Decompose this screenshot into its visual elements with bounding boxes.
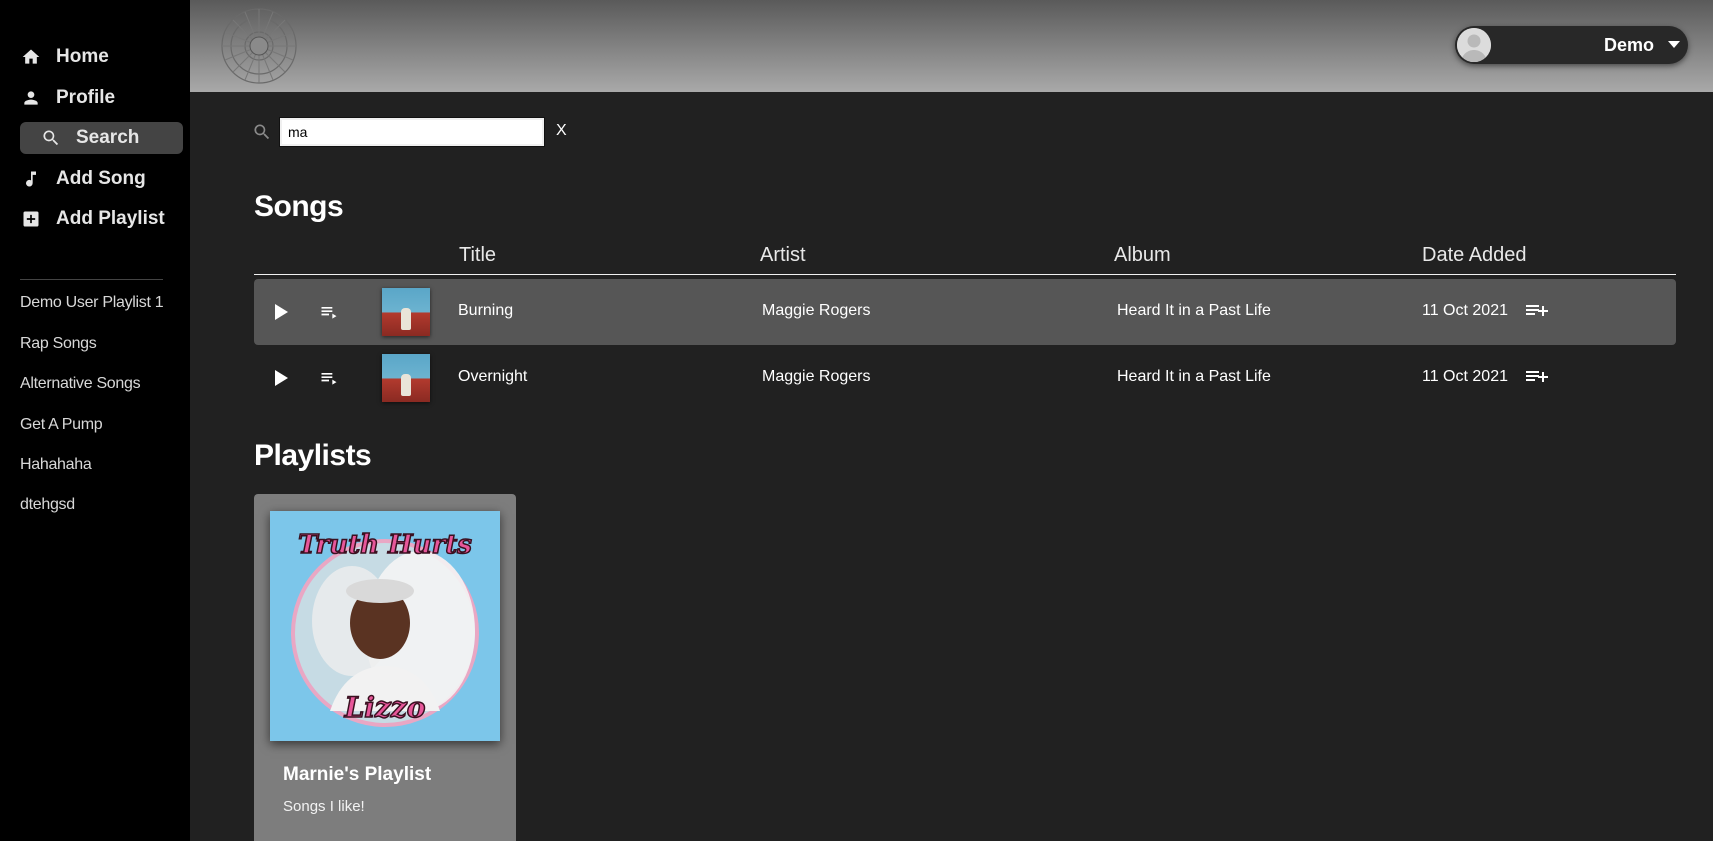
song-album[interactable]: Heard It in a Past Life bbox=[1117, 368, 1271, 386]
sidebar-playlist-link[interactable]: Alternative Songs bbox=[20, 375, 141, 393]
song-artist[interactable]: Maggie Rogers bbox=[762, 302, 871, 320]
add-box-icon bbox=[20, 208, 42, 230]
sidebar-item-home[interactable]: Home bbox=[20, 41, 109, 73]
sidebar: Home Profile Search Add Song Add Playlis… bbox=[0, 0, 190, 841]
table-header-divider bbox=[254, 274, 1676, 275]
playlist-cover-image: Truth Hurts Lizzo bbox=[270, 511, 500, 741]
playlist-card[interactable]: Truth Hurts Lizzo Marnie's Playlist Song… bbox=[254, 494, 516, 841]
play-icon[interactable] bbox=[271, 301, 291, 328]
logo[interactable] bbox=[220, 7, 298, 85]
sidebar-playlist-link[interactable]: Demo User Playlist 1 bbox=[20, 294, 164, 312]
cover-text-bottom: Lizzo bbox=[344, 691, 426, 724]
caret-down-icon bbox=[1668, 36, 1680, 54]
column-header-artist: Artist bbox=[760, 244, 806, 266]
sidebar-item-label: Home bbox=[56, 46, 109, 67]
sidebar-item-search[interactable]: Search bbox=[20, 122, 183, 154]
sidebar-playlist-link[interactable]: Rap Songs bbox=[20, 335, 97, 353]
sidebar-divider bbox=[20, 279, 163, 280]
sidebar-playlist-link[interactable]: Get A Pump bbox=[20, 416, 103, 434]
song-date-added: 11 Oct 2021 bbox=[1422, 302, 1508, 319]
search-icon bbox=[40, 127, 62, 149]
songs-heading: Songs bbox=[254, 190, 344, 223]
sidebar-item-add-playlist[interactable]: Add Playlist bbox=[20, 203, 165, 235]
app-root: Home Profile Search Add Song Add Playlis… bbox=[0, 0, 1713, 841]
column-header-date-added: Date Added bbox=[1422, 244, 1527, 266]
song-date-added: 11 Oct 2021 bbox=[1422, 368, 1508, 385]
search-input[interactable] bbox=[279, 117, 545, 147]
sidebar-item-profile[interactable]: Profile bbox=[20, 82, 115, 114]
song-title[interactable]: Burning bbox=[458, 302, 513, 320]
user-menu-button[interactable]: Demo bbox=[1455, 26, 1688, 64]
playlist-card-description: Songs I like! bbox=[283, 798, 365, 815]
person-icon bbox=[20, 87, 42, 109]
table-row[interactable]: Burning Maggie Rogers Heard It in a Past… bbox=[254, 279, 1676, 345]
add-to-playlist-icon[interactable] bbox=[1524, 301, 1548, 326]
album-thumbnail bbox=[382, 354, 430, 402]
table-row[interactable]: Overnight Maggie Rogers Heard It in a Pa… bbox=[254, 345, 1676, 411]
music-note-icon bbox=[20, 168, 42, 190]
playlists-heading: Playlists bbox=[254, 439, 372, 472]
sidebar-playlist-link[interactable]: Hahahaha bbox=[20, 456, 92, 474]
search-icon bbox=[252, 122, 272, 147]
album-thumbnail bbox=[382, 288, 430, 336]
sidebar-item-label: Profile bbox=[56, 87, 116, 108]
sidebar-item-add-song[interactable]: Add Song bbox=[20, 163, 146, 195]
queue-icon[interactable] bbox=[318, 368, 340, 393]
queue-icon[interactable] bbox=[318, 302, 340, 327]
column-header-title: Title bbox=[459, 244, 497, 266]
sidebar-item-label: Search bbox=[76, 127, 140, 148]
column-header-album: Album bbox=[1114, 244, 1171, 266]
add-to-playlist-icon[interactable] bbox=[1524, 367, 1548, 392]
default-avatar-icon bbox=[1457, 28, 1491, 62]
playlist-card-title: Marnie's Playlist bbox=[283, 764, 432, 785]
play-icon[interactable] bbox=[271, 367, 291, 394]
clear-search-button[interactable]: X bbox=[556, 122, 567, 140]
top-header: Demo bbox=[190, 0, 1713, 92]
home-icon bbox=[20, 46, 42, 68]
user-name: Demo bbox=[1603, 35, 1654, 55]
sidebar-item-label: Add Song bbox=[56, 168, 146, 189]
cover-text-top: Truth Hurts bbox=[298, 530, 472, 560]
sidebar-playlist-link[interactable]: dtehgsd bbox=[20, 496, 75, 514]
song-title[interactable]: Overnight bbox=[458, 368, 527, 386]
sidebar-item-label: Add Playlist bbox=[56, 208, 165, 229]
song-artist[interactable]: Maggie Rogers bbox=[762, 368, 871, 386]
song-album[interactable]: Heard It in a Past Life bbox=[1117, 302, 1271, 320]
